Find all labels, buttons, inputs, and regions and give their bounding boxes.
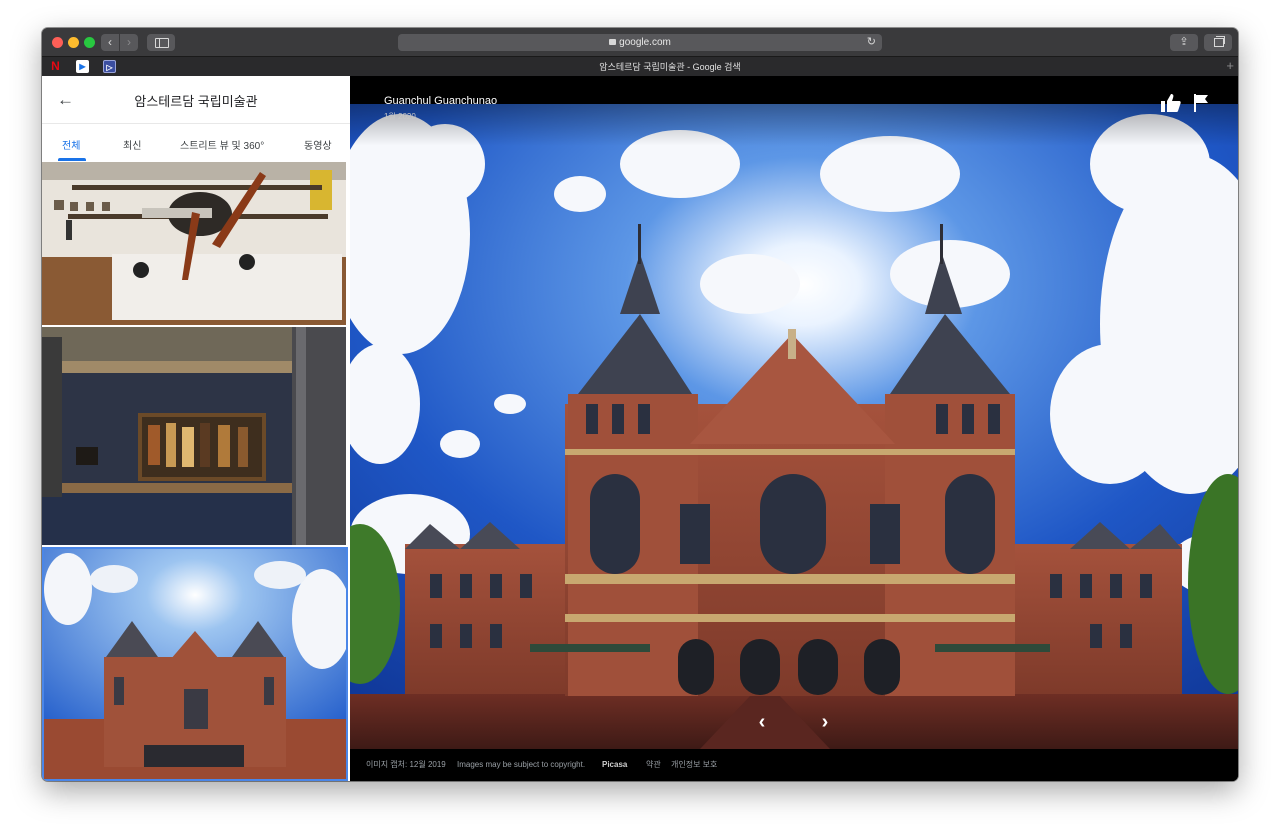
play-icon[interactable]: ▶ bbox=[76, 60, 89, 73]
privacy-link[interactable]: 개인정보 보호 bbox=[671, 754, 717, 776]
tab-street-view-360[interactable]: 스트리트 뷰 및 360° bbox=[180, 137, 264, 152]
picasa-logo-icon[interactable]: Picasa bbox=[602, 754, 627, 776]
photo-thumbnail-gallery[interactable] bbox=[42, 327, 346, 545]
panel-title: 암스테르담 국립미술관 bbox=[134, 94, 258, 109]
photo-date: 1월 2020 bbox=[384, 112, 416, 121]
next-photo-icon[interactable]: › bbox=[815, 712, 835, 732]
page-content: ← 암스테르담 국립미술관 전체 최신 스트리트 뷰 및 360° 동영상 Gu… bbox=[42, 76, 1238, 781]
browser-window: ‹ › google.com ↻ ⇪ N ▶ ▷ 암스테르담 국립미술관 - G… bbox=[42, 28, 1238, 781]
back-arrow-icon[interactable]: ← bbox=[57, 90, 74, 110]
tab-all[interactable]: 전체 bbox=[62, 137, 80, 152]
sidebar-toggle-icon[interactable] bbox=[147, 34, 175, 51]
photo-author[interactable]: Guanchul Guanchunao bbox=[384, 95, 497, 107]
tab-strip: N ▶ ▷ 암스테르담 국립미술관 - Google 검색 + bbox=[42, 56, 1238, 76]
lock-icon bbox=[609, 39, 617, 45]
flag-icon[interactable] bbox=[1193, 94, 1209, 112]
address-bar[interactable]: google.com ↻ bbox=[398, 34, 882, 51]
forward-button[interactable]: › bbox=[120, 34, 138, 51]
photo-side-panel: ← 암스테르담 국립미술관 전체 최신 스트리트 뷰 및 360° 동영상 bbox=[42, 76, 350, 781]
url-text: google.com bbox=[619, 37, 671, 48]
browser-toolbar: ‹ › google.com ↻ ⇪ bbox=[42, 28, 1238, 56]
netflix-icon[interactable]: N bbox=[49, 60, 62, 73]
active-tab-indicator bbox=[58, 158, 86, 161]
share-icon[interactable]: ⇪ bbox=[1170, 34, 1198, 51]
new-tab-icon[interactable]: + bbox=[1226, 58, 1234, 73]
active-tab-title[interactable]: 암스테르담 국립미술관 - Google 검색 bbox=[122, 57, 1218, 77]
back-button[interactable]: ‹ bbox=[101, 34, 119, 51]
zoom-window-button[interactable] bbox=[84, 37, 95, 48]
photo-tabs: 전체 최신 스트리트 뷰 및 360° 동영상 bbox=[42, 124, 350, 162]
tab-latest[interactable]: 최신 bbox=[123, 137, 141, 152]
minimize-window-button[interactable] bbox=[68, 37, 79, 48]
tab-overview-icon[interactable] bbox=[1204, 34, 1232, 51]
viewer-footer: 이미지 캡처: 12월 2019 Images may be subject t… bbox=[350, 749, 1238, 781]
viewer-header: Guanchul Guanchunao 1월 2020 bbox=[350, 76, 1238, 146]
reload-icon[interactable]: ↻ bbox=[867, 34, 876, 51]
main-photo bbox=[350, 104, 1238, 749]
photo-thumbnail-exterior-selected[interactable] bbox=[42, 547, 348, 781]
copyright-notice: Images may be subject to copyright. bbox=[457, 760, 586, 769]
photo-viewer: Guanchul Guanchunao 1월 2020 ‹ › 이미지 캡처: … bbox=[350, 76, 1238, 781]
close-window-button[interactable] bbox=[52, 37, 63, 48]
previous-photo-icon[interactable]: ‹ bbox=[752, 712, 772, 732]
panel-header: ← 암스테르담 국립미술관 bbox=[42, 76, 350, 124]
thumbs-up-icon[interactable] bbox=[1161, 94, 1181, 112]
tab-videos[interactable]: 동영상 bbox=[304, 137, 332, 152]
photo-thumbnail-airplane[interactable] bbox=[42, 162, 346, 325]
terms-link[interactable]: 약관 bbox=[646, 754, 661, 776]
prime-video-icon[interactable]: ▷ bbox=[103, 60, 116, 73]
picasa-label: Picasa bbox=[602, 760, 628, 769]
capture-date: 이미지 캡처: 12월 2019 bbox=[366, 760, 446, 769]
